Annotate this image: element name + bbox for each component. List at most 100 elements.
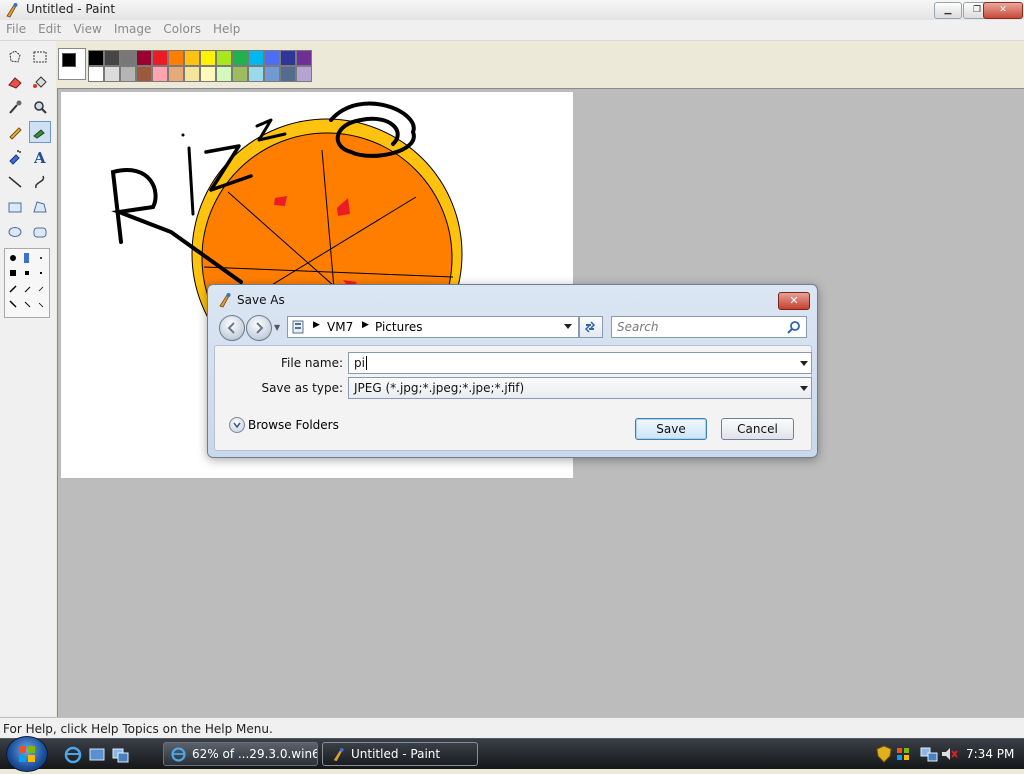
palette-swatch[interactable] [296, 50, 312, 66]
refresh-button[interactable] [579, 316, 603, 338]
palette-swatch[interactable] [104, 66, 120, 82]
save-type-select[interactable]: JPEG (*.jpg;*.jpeg;*.jpe;*.jfif) [348, 377, 812, 399]
search-placeholder: Search [617, 320, 659, 334]
palette-swatch[interactable] [264, 66, 280, 82]
palette-swatch[interactable] [232, 66, 248, 82]
show-desktop-icon[interactable] [88, 746, 106, 764]
palette-swatch[interactable] [200, 50, 216, 66]
ellipse-icon[interactable] [4, 221, 26, 243]
close-dialog-button[interactable]: ✕ [778, 292, 810, 310]
eraser-icon[interactable] [4, 71, 26, 93]
search-icon[interactable] [787, 320, 801, 334]
rect-select-icon[interactable] [29, 46, 51, 68]
palette-swatch[interactable] [136, 66, 152, 82]
palette-swatch[interactable] [184, 66, 200, 82]
line-icon[interactable] [4, 171, 26, 193]
brush-options[interactable] [4, 248, 50, 318]
rounded-rect-icon[interactable] [29, 221, 51, 243]
file-name-dropdown-icon[interactable] [800, 361, 808, 366]
airbrush-icon[interactable] [4, 146, 26, 168]
browse-folders-link[interactable]: Browse Folders [248, 418, 339, 432]
picker-icon[interactable] [4, 96, 26, 118]
palette-swatch[interactable] [216, 50, 232, 66]
palette-swatch[interactable] [296, 66, 312, 82]
close-window-button[interactable]: ✕ [983, 2, 1023, 19]
folder-icon [292, 320, 304, 334]
breadcrumb-separator-icon: ▶ [362, 320, 369, 330]
palette-swatch[interactable] [136, 50, 152, 66]
text-icon[interactable]: A [29, 146, 51, 168]
taskbar-task-download[interactable]: 62% of ...29.3.0.win6... [163, 742, 318, 766]
palette-swatch[interactable] [152, 66, 168, 82]
taskbar-task-paint[interactable]: Untitled - Paint [322, 742, 478, 766]
foreground-color [62, 53, 76, 67]
palette-swatch[interactable] [280, 66, 296, 82]
pencil-icon[interactable] [4, 121, 26, 143]
menu-help[interactable]: Help [207, 20, 246, 36]
browse-folders-chevron-icon[interactable] [229, 417, 245, 433]
menu-image[interactable]: Image [108, 20, 158, 36]
paint-app-icon [6, 3, 18, 18]
text-cursor [366, 356, 367, 370]
search-input[interactable]: Search [611, 316, 807, 338]
curve-icon[interactable] [29, 171, 51, 193]
polygon-icon[interactable] [29, 196, 51, 218]
taskbar-task-download-label: 62% of ...29.3.0.win6... [192, 747, 318, 761]
menu-view[interactable]: View [67, 20, 107, 36]
volume-muted-icon[interactable] [940, 745, 958, 763]
network-icon[interactable] [920, 745, 938, 763]
palette-swatch[interactable] [168, 66, 184, 82]
ie-quicklaunch-icon[interactable] [64, 746, 82, 764]
address-dropdown-icon[interactable] [564, 324, 572, 329]
file-name-field[interactable]: pi [348, 352, 812, 374]
menu-colors[interactable]: Colors [157, 20, 207, 36]
palette-swatch[interactable] [248, 50, 264, 66]
switch-windows-icon[interactable] [112, 746, 130, 764]
forward-button[interactable] [246, 315, 272, 341]
palette-swatch[interactable] [184, 50, 200, 66]
palette-swatch[interactable] [104, 50, 120, 66]
palette-swatch[interactable] [168, 50, 184, 66]
security-shield-icon[interactable] [876, 745, 892, 763]
status-bar: For Help, click Help Topics on the Help … [0, 717, 1024, 738]
free-select-icon[interactable] [4, 46, 26, 68]
save-form-panel: File name: pi Save as type: JPEG (*.jpg;… [214, 345, 812, 451]
windows-logo-icon [19, 746, 35, 762]
palette-swatch[interactable] [120, 50, 136, 66]
toolbox: A [0, 41, 56, 716]
palette-swatch[interactable] [88, 66, 104, 82]
recent-pages-arrow-icon[interactable]: ▼ [274, 323, 280, 332]
windows-update-icon[interactable] [895, 745, 911, 763]
palette-swatch[interactable] [264, 50, 280, 66]
start-button[interactable] [6, 736, 48, 772]
menu-edit[interactable]: Edit [32, 20, 67, 36]
current-colors[interactable] [58, 48, 86, 80]
palette-swatch[interactable] [232, 50, 248, 66]
cancel-button[interactable]: Cancel [721, 418, 794, 440]
palette-swatch[interactable] [88, 50, 104, 66]
fill-icon[interactable] [29, 71, 51, 93]
file-name-value: pi [354, 356, 365, 370]
magnifier-icon[interactable] [29, 96, 51, 118]
palette-swatch[interactable] [280, 50, 296, 66]
address-bar[interactable]: ▶ VM7 ▶ Pictures [287, 316, 579, 338]
save-type-dropdown-icon[interactable] [800, 386, 808, 391]
palette-swatch[interactable] [200, 66, 216, 82]
menu-bar: File Edit View Image Colors Help [0, 20, 1024, 41]
paint-icon [333, 747, 344, 762]
clock[interactable]: 7:34 PM [966, 747, 1014, 761]
brush-icon[interactable] [29, 121, 51, 143]
save-button[interactable]: Save [635, 418, 707, 440]
brush-shapes-icon [9, 253, 44, 308]
palette-swatch[interactable] [152, 50, 168, 66]
palette-swatch[interactable] [216, 66, 232, 82]
back-button[interactable] [219, 315, 245, 341]
breadcrumb-pictures[interactable]: Pictures [375, 320, 423, 334]
palette-swatch[interactable] [248, 66, 264, 82]
palette-swatch[interactable] [120, 66, 136, 82]
refresh-icon [584, 321, 596, 333]
minimize-button[interactable]: ▁ [934, 2, 962, 19]
menu-file[interactable]: File [0, 20, 32, 36]
breadcrumb-vm7[interactable]: VM7 [327, 320, 353, 334]
rectangle-icon[interactable] [4, 196, 26, 218]
